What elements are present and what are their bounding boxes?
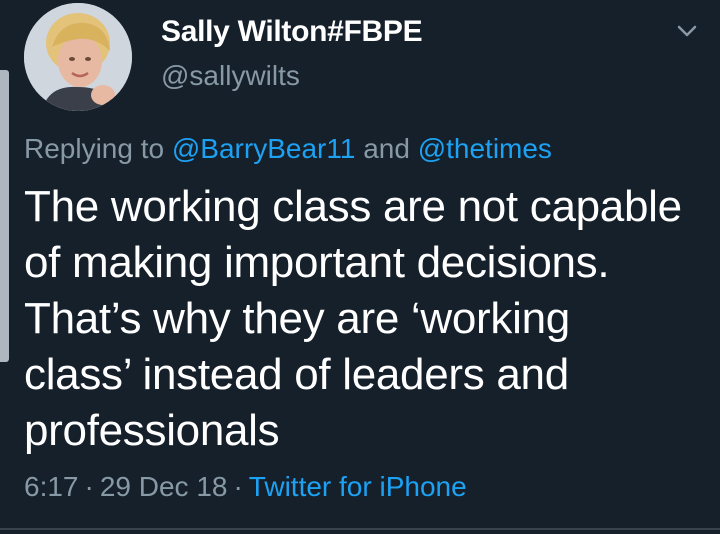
tweet-line: The working class are not capable	[24, 182, 682, 231]
meta-separator: ·	[84, 471, 94, 502]
tweet-card: Sally Wilton#FBPE @sallywilts Replying t…	[0, 0, 720, 534]
tweet-line: That’s why they are ‘working	[24, 294, 570, 343]
tweet-time[interactable]: 6:17	[24, 471, 79, 502]
chevron-down-icon[interactable]	[676, 22, 698, 40]
divider	[0, 528, 720, 530]
tweet-line: class’ instead of leaders and	[24, 350, 569, 399]
scroll-indicator[interactable]	[0, 70, 9, 362]
mention-link-thetimes[interactable]: @thetimes	[418, 133, 552, 164]
tweet-date[interactable]: 29 Dec 18	[100, 471, 228, 502]
tweet-line: professionals	[24, 406, 280, 455]
tweet-line: of making important decisions.	[24, 238, 610, 287]
profile-photo-icon	[24, 3, 132, 111]
mention-link-barrybear11[interactable]: @BarryBear11	[172, 133, 356, 164]
tweet-source-link[interactable]: Twitter for iPhone	[249, 471, 467, 502]
reply-joiner: and	[363, 133, 410, 164]
author-handle[interactable]: @sallywilts	[161, 60, 300, 92]
reply-context: Replying to @BarryBear11 and @thetimes	[24, 133, 552, 165]
author-display-name[interactable]: Sally Wilton#FBPE	[161, 15, 423, 49]
avatar[interactable]	[24, 3, 132, 111]
tweet-body: The working class are not capable of mak…	[24, 179, 704, 459]
reply-prefix: Replying to	[24, 133, 165, 164]
meta-separator: ·	[233, 471, 243, 502]
tweet-meta: 6:17 · 29 Dec 18 · Twitter for iPhone	[24, 471, 467, 503]
